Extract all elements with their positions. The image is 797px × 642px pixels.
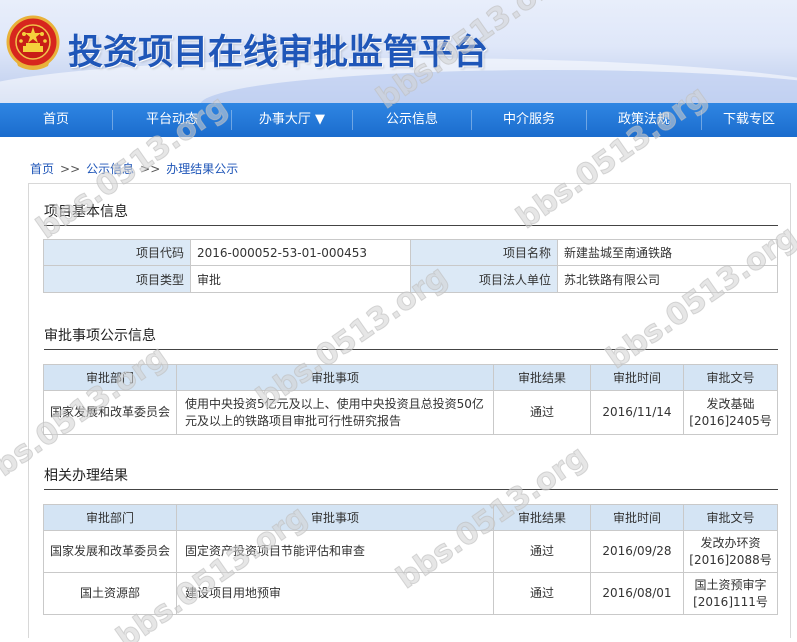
result-doc-number: 发改办环资[2016]2088号 (683, 530, 778, 573)
column-header: 审批部门 (43, 504, 177, 531)
related-results-table: 审批部门 审批事项 审批结果 审批时间 审批文号 国家发展和改革委员会 固定资产… (43, 504, 778, 615)
column-header: 审批文号 (683, 364, 778, 391)
column-header: 审批结果 (493, 364, 591, 391)
nav-public-info[interactable]: 公示信息 (353, 103, 471, 137)
result-date: 2016/09/28 (590, 530, 684, 573)
nav-service-hall[interactable]: 办事大厅 ▼ (232, 103, 352, 137)
nav-policies[interactable]: 政策法规 (587, 103, 701, 137)
column-header: 审批文号 (683, 504, 778, 531)
approval-date: 2016/11/14 (590, 390, 684, 435)
national-emblem-icon (6, 15, 60, 70)
breadcrumb-separator: >> (60, 162, 81, 176)
result-dept: 国土资源部 (43, 572, 177, 615)
approval-public-table: 审批部门 审批事项 审批结果 审批时间 审批文号 国家发展和改革委员会 使用中央… (43, 364, 778, 435)
table-row: 国土资源部 建设项目用地预审 通过 2016/08/01 国土资预审字[2016… (43, 572, 778, 615)
main-nav: 首页 平台动态 办事大厅 ▼ 公示信息 中介服务 政策法规 下载专区 (0, 103, 797, 137)
project-name-label: 项目名称 (410, 239, 558, 266)
site-header: 投资项目在线审批监管平台 (0, 0, 797, 103)
project-owner-label: 项目法人单位 (410, 265, 558, 293)
nav-home[interactable]: 首页 (0, 103, 112, 137)
column-header: 审批时间 (590, 364, 684, 391)
nav-agency-service[interactable]: 中介服务 (472, 103, 586, 137)
nav-platform-news[interactable]: 平台动态 (113, 103, 231, 137)
project-type-value: 审批 (190, 265, 411, 293)
approval-doc-number: 发改基础[2016]2405号 (683, 390, 778, 435)
approval-result: 通过 (493, 390, 591, 435)
result-dept: 国家发展和改革委员会 (43, 530, 177, 573)
section-title-project-info: 项目基本信息 (44, 201, 778, 226)
result-item: 建设项目用地预审 (176, 572, 494, 615)
result-status: 通过 (493, 572, 591, 615)
approval-item: 使用中央投资5亿元及以上、使用中央投资且总投资50亿元及以上的铁路项目审批可行性… (176, 390, 494, 435)
column-header: 审批结果 (493, 504, 591, 531)
approval-dept: 国家发展和改革委员会 (43, 390, 177, 435)
column-header: 审批部门 (43, 364, 177, 391)
project-code-value: 2016-000052-53-01-000453 (190, 239, 411, 266)
table-row: 国家发展和改革委员会 固定资产投资项目节能评估和审查 通过 2016/09/28… (43, 530, 778, 573)
project-owner-value: 苏北铁路有限公司 (557, 265, 778, 293)
column-header: 审批事项 (176, 504, 494, 531)
nav-downloads[interactable]: 下载专区 (702, 103, 796, 137)
result-date: 2016/08/01 (590, 572, 684, 615)
breadcrumb-public-info[interactable]: 公示信息 (86, 162, 134, 176)
site-title: 投资项目在线审批监管平台 (68, 33, 489, 73)
breadcrumb-home[interactable]: 首页 (30, 162, 54, 176)
table-row: 国家发展和改革委员会 使用中央投资5亿元及以上、使用中央投资且总投资50亿元及以… (43, 390, 778, 435)
column-header: 审批时间 (590, 504, 684, 531)
project-code-label: 项目代码 (43, 239, 191, 266)
result-item: 固定资产投资项目节能评估和审查 (176, 530, 494, 573)
result-doc-number: 国土资预审字[2016]111号 (683, 572, 778, 615)
section-title-related-results: 相关办理结果 (44, 465, 778, 490)
breadcrumb: 首页 >> 公示信息 >> 办理结果公示 (30, 160, 238, 177)
column-header: 审批事项 (176, 364, 494, 391)
breadcrumb-separator: >> (140, 162, 161, 176)
project-info-table: 项目代码 2016-000052-53-01-000453 项目名称 新建盐城至… (43, 239, 778, 293)
project-name-value: 新建盐城至南通铁路 (557, 239, 778, 266)
section-title-approval-public: 审批事项公示信息 (44, 325, 778, 350)
breadcrumb-current[interactable]: 办理结果公示 (166, 162, 238, 176)
project-type-label: 项目类型 (43, 265, 191, 293)
result-status: 通过 (493, 530, 591, 573)
